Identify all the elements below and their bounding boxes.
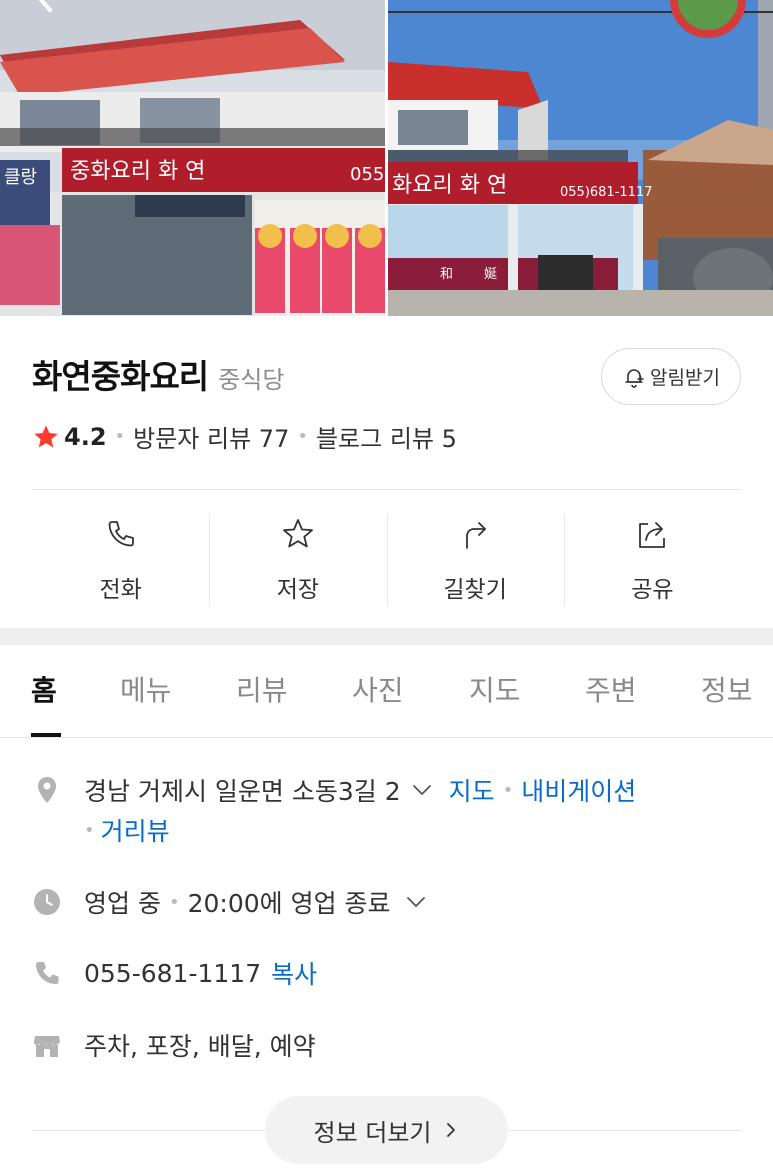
clock-icon	[34, 889, 60, 915]
navigation-link[interactable]: 내비게이션	[521, 772, 636, 808]
back-arrow-icon[interactable]	[28, 0, 68, 24]
amenities-text: 주차, 포장, 배달, 예약	[84, 1032, 316, 1061]
active-tab-indicator	[31, 733, 61, 737]
call-button[interactable]: 전화	[32, 514, 209, 606]
save-label: 저장	[276, 577, 320, 603]
sign-text-left: 중화요리 화 연	[70, 159, 205, 184]
map-link[interactable]: 지도	[449, 772, 495, 808]
photo-gallery[interactable]: 중화요리 화 연 055 클랑 화요리 화 연 055)681-1117 和 娫	[0, 0, 773, 316]
side-sign-left: 클랑	[4, 167, 37, 188]
storefront-photo-1[interactable]: 중화요리 화 연 055 클랑	[0, 0, 385, 316]
sign-text-right: 화요리 화 연	[392, 173, 507, 198]
streetview-row: • 거리뷰	[84, 812, 170, 848]
tab-reviews[interactable]: 리뷰	[236, 669, 288, 709]
amenities-row: 주차, 포장, 배달, 예약	[32, 1027, 316, 1063]
place-title: 화연중화요리 중식당	[32, 350, 284, 398]
directions-label: 길찾기	[443, 577, 507, 603]
section-gap	[0, 628, 773, 645]
save-button[interactable]: 저장	[209, 514, 386, 606]
action-bar: 전화 저장 길찾기 공유	[32, 514, 741, 606]
tab-photos[interactable]: 사진	[352, 669, 404, 709]
phone-number[interactable]: 055-681-1117	[84, 959, 261, 988]
share-button[interactable]: 공유	[563, 514, 741, 606]
blog-reviews-link[interactable]: 블로그 리뷰 5	[316, 419, 457, 454]
phone-row: 055-681-1117 복사	[32, 955, 317, 991]
tab-nearby[interactable]: 주변	[585, 669, 637, 709]
window-char-right: 娫	[484, 267, 497, 282]
hours-status: 영업 중	[84, 889, 161, 918]
window-char-left: 和	[440, 267, 453, 282]
streetview-link[interactable]: 거리뷰	[101, 812, 170, 848]
address-text: 경남 거제시 일운면 소동3길 2	[84, 777, 401, 806]
separator-dot: •	[502, 779, 514, 801]
hours-row[interactable]: 영업 중 • 20:00에 영업 종료	[32, 884, 427, 920]
separator-dot: •	[168, 891, 180, 913]
call-label: 전화	[99, 577, 142, 603]
address-row: 경남 거제시 일운면 소동3길 2 지도 • 내비게이션	[32, 772, 636, 808]
directions-button[interactable]: 길찾기	[386, 514, 564, 606]
share-label: 공유	[631, 577, 674, 603]
chevron-down-icon[interactable]	[405, 891, 427, 913]
tab-map[interactable]: 지도	[469, 669, 521, 709]
notify-label: 알림받기	[650, 367, 720, 389]
tab-bar: 홈 메뉴 리뷰 사진 지도 주변 정보	[0, 645, 773, 738]
sign-phone-right: 055)681-1117	[560, 185, 652, 200]
notify-button[interactable]: 알림받기	[601, 348, 741, 405]
bell-plus-icon	[625, 368, 644, 388]
storefront-photo-2[interactable]: 화요리 화 연 055)681-1117 和 娫	[388, 0, 773, 316]
phone-filled-icon	[36, 962, 59, 984]
hours-detail: 20:00에 영업 종료	[187, 889, 391, 918]
tab-menu[interactable]: 메뉴	[120, 669, 172, 709]
separator-dot: •	[114, 426, 126, 447]
rating-row: 4.2 • 방문자 리뷰 77 • 블로그 리뷰 5	[32, 419, 457, 454]
directions-icon	[466, 522, 487, 549]
share-icon	[639, 522, 666, 548]
more-info-button[interactable]: 정보 더보기	[265, 1096, 508, 1164]
visitor-reviews-link[interactable]: 방문자 리뷰 77	[133, 419, 289, 454]
separator-dot: •	[84, 819, 95, 841]
copy-phone-link[interactable]: 복사	[271, 955, 317, 991]
tab-home[interactable]: 홈	[31, 669, 57, 709]
divider	[32, 489, 741, 490]
chevron-down-icon[interactable]	[411, 779, 433, 801]
place-category: 중식당	[218, 366, 285, 394]
sign-phone-left: 055	[350, 164, 384, 185]
rating-value: 4.2	[64, 422, 107, 451]
more-info-label: 정보 더보기	[313, 1118, 432, 1147]
store-icon	[34, 1036, 60, 1057]
chevron-right-icon	[446, 1123, 455, 1137]
location-pin-icon	[38, 777, 56, 803]
star-outline-icon	[282, 519, 313, 548]
place-name: 화연중화요리	[32, 357, 209, 396]
phone-icon	[108, 521, 134, 547]
separator-dot: •	[297, 426, 308, 447]
star-filled-icon	[34, 424, 58, 447]
tab-info[interactable]: 정보	[701, 669, 753, 709]
